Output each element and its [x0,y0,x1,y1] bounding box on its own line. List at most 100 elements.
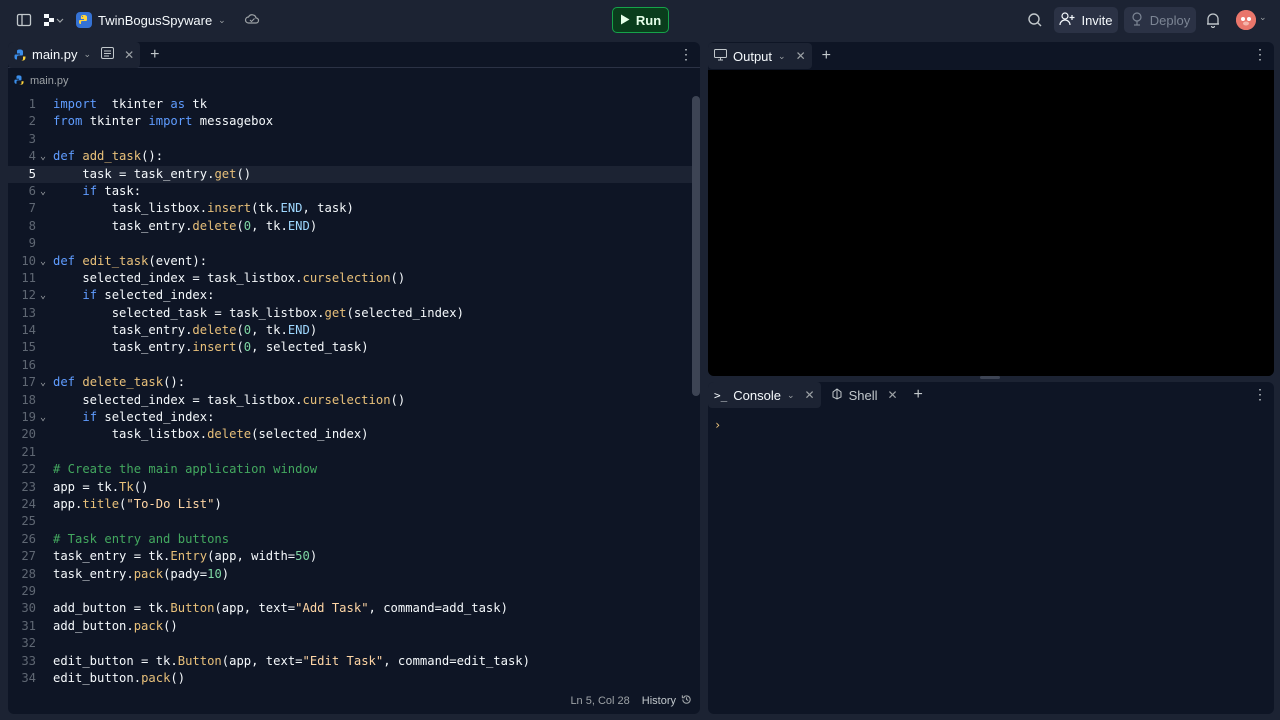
invite-button[interactable]: Invite [1054,7,1118,33]
code-line[interactable]: 19 ⌄ if selected_index: [8,409,700,426]
code-line[interactable]: 4 ⌄ def add_task(): [8,148,700,165]
code-token: # Task entry and buttons [53,531,230,546]
fold-chevron-icon[interactable]: ⌄ [40,409,46,426]
tab-shell[interactable]: Shell ✕ [825,382,904,408]
pane-resize-handle[interactable] [980,376,1000,379]
code-line[interactable]: 2 from tkinter import messagebox [8,113,700,130]
code-line[interactable]: 31 add_button.pack() [8,618,700,635]
code-editor[interactable]: 1 import tkinter as tk 2 from tkinter impor… [8,96,700,688]
close-tab-icon[interactable]: ✕ [124,48,134,62]
code-line[interactable]: 33 edit_button = tk.Button(app, text="Edi… [8,653,700,670]
deploy-button[interactable]: Deploy [1124,7,1196,33]
code-text: selected_task = task_listbox.get(selecte… [53,305,464,322]
more-options-icon[interactable]: ⋮ [1253,386,1267,403]
sidebar-toggle-icon[interactable] [16,12,32,28]
user-avatar[interactable] [1236,10,1256,30]
bell-icon[interactable] [1206,12,1220,28]
code-token: add_button = tk. [53,601,171,616]
tab-console[interactable]: >_ Console ⌄ ✕ [708,382,821,408]
code-line[interactable]: 30 add_button = tk.Button(app, text="Add … [8,600,700,617]
code-token: "Add Task" [295,601,369,616]
code-line[interactable]: 14 task_entry.delete(0, tk.END) [8,322,700,339]
new-tab-icon[interactable]: + [914,386,923,404]
code-line[interactable]: 26 # Task entry and buttons [8,531,700,548]
line-number: 1 [28,97,36,111]
code-line[interactable]: 1 import tkinter as tk [8,96,700,113]
code-token: title [82,496,120,511]
breadcrumb: main.py [8,68,700,94]
code-token: tkinter [97,97,171,111]
code-line[interactable]: 34 edit_button.pack() [8,670,700,687]
new-tab-icon[interactable]: + [822,47,831,65]
project-selector[interactable]: TwinBogusSpyware ⌄ [76,10,260,30]
breadcrumb-file[interactable]: main.py [30,75,69,87]
code-line[interactable]: 16 [8,357,700,374]
close-tab-icon[interactable]: ✕ [805,388,815,402]
code-text: selected_index = task_listbox.curselecti… [53,270,405,287]
code-line[interactable]: 29 [8,583,700,600]
code-token: task: [97,183,142,198]
code-line[interactable]: 13 selected_task = task_listbox.get(sele… [8,305,700,322]
tab-output[interactable]: Output ⌄ ✕ [708,43,812,69]
code-line[interactable]: 20 task_listbox.delete(selected_index) [8,426,700,443]
line-number: 19 [21,410,36,425]
code-token: (selected_index) [346,305,464,320]
chevron-down-icon[interactable]: ⌄ [1259,12,1267,23]
output-display[interactable] [708,70,1274,376]
new-tab-icon[interactable]: + [150,46,159,64]
tab-main-py[interactable]: main.py ⌄ ✕ [8,42,141,68]
code-text: task_entry = tk.Entry(app, width=50) [53,548,317,565]
code-line[interactable]: 32 [8,635,700,652]
line-number: 11 [21,270,36,285]
code-text: task_listbox.delete(selected_index) [53,426,369,443]
code-token: def [53,253,76,268]
code-line[interactable]: 24 app.title("To-Do List") [8,496,700,513]
code-token: edit_button. [53,670,142,685]
editor-scrollbar[interactable] [692,96,700,396]
tab-label: main.py [32,47,78,62]
code-line[interactable]: 11 selected_index = task_listbox.cursele… [8,270,700,287]
replit-menu-icon[interactable] [42,12,66,28]
code-line[interactable]: 10 ⌄ def edit_task(event): [8,253,700,270]
code-token: , selected_task) [251,340,369,355]
code-line[interactable]: 27 task_entry = tk.Entry(app, width=50) [8,548,700,565]
code-line[interactable]: 15 task_entry.insert(0, selected_task) [8,339,700,356]
code-token: () [133,479,149,494]
code-token: pack [133,618,164,633]
cloud-sync-icon[interactable] [244,12,260,29]
code-line[interactable]: 5 task = task_entry.get() [8,165,700,183]
fold-chevron-icon[interactable]: ⌄ [40,374,46,391]
close-tab-icon[interactable]: ✕ [796,49,806,63]
code-line[interactable]: 21 [8,444,700,461]
code-line[interactable]: 6 ⌄ if task: [8,183,700,200]
code-token: add_task [82,149,142,164]
fold-chevron-icon[interactable]: ⌄ [40,148,46,165]
fold-chevron-icon[interactable]: ⌄ [40,183,46,200]
more-options-icon[interactable]: ⋮ [1253,46,1267,63]
code-token: if [82,410,98,425]
code-token: def [53,149,76,164]
code-line[interactable]: 8 task_entry.delete(0, tk.END) [8,218,700,235]
code-line[interactable]: 3 [8,131,700,148]
split-view-icon[interactable] [101,47,115,62]
console-prompt[interactable]: › [714,418,721,432]
fold-chevron-icon[interactable]: ⌄ [40,253,46,270]
history-button[interactable]: History [642,694,692,708]
fold-chevron-icon[interactable]: ⌄ [40,287,46,304]
code-line[interactable]: 12 ⌄ if selected_index: [8,287,700,304]
cursor-position[interactable]: Ln 5, Col 28 [570,695,629,707]
search-icon[interactable] [1027,12,1043,28]
more-options-icon[interactable]: ⋮ [679,46,693,63]
run-button[interactable]: Run [612,7,669,33]
code-token: insert [207,201,252,216]
code-line[interactable]: 22 # Create the main application window [8,461,700,478]
code-line[interactable]: 7 task_listbox.insert(tk.END, task) [8,200,700,217]
close-tab-icon[interactable]: ✕ [887,388,897,402]
code-line[interactable]: 18 selected_index = task_listbox.cursele… [8,392,700,409]
code-line[interactable]: 17 ⌄ def delete_task(): [8,374,700,391]
code-line[interactable]: 23 app = tk.Tk() [8,479,700,496]
code-line[interactable]: 28 task_entry.pack(pady=10) [8,566,700,583]
code-line[interactable]: 25 [8,513,700,530]
add-user-icon [1059,11,1075,29]
code-line[interactable]: 9 [8,235,700,252]
